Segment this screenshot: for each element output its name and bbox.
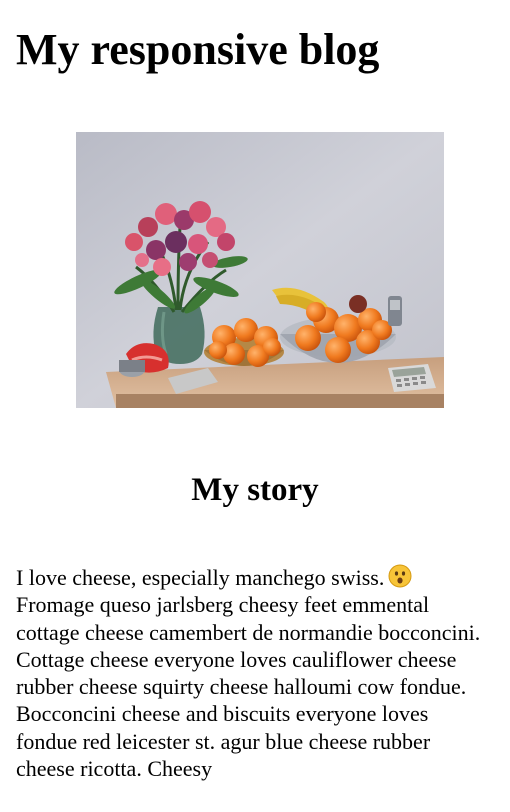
- page-title: My responsive blog: [16, 25, 380, 74]
- story-paragraph: I love cheese, especially manchego swiss…: [16, 564, 494, 782]
- still-life-photo: [76, 132, 444, 408]
- blog-image: [76, 132, 444, 408]
- section-title: My story: [191, 472, 319, 508]
- story-text-intro: I love cheese, especially manchego swiss…: [16, 565, 385, 590]
- story-text-body: Fromage queso jarlsberg cheesy feet emme…: [16, 592, 481, 782]
- page-content: My responsive blog My story I love chees…: [0, 22, 510, 782]
- surprised-face-icon: [388, 564, 412, 588]
